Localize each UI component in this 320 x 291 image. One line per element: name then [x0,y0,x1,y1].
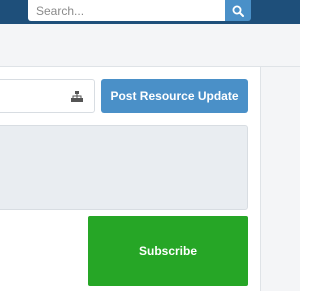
subscribe-button[interactable]: Subscribe [88,216,248,286]
post-resource-update-button[interactable]: Post Resource Update [101,79,248,113]
info-panel [0,125,248,210]
search-input[interactable] [28,0,225,21]
navigation-strip [0,24,300,67]
sitemap-icon [71,91,83,102]
search-button[interactable] [225,0,251,21]
right-sidebar [260,67,300,291]
resource-selector[interactable] [0,79,95,113]
search-icon [232,5,244,17]
